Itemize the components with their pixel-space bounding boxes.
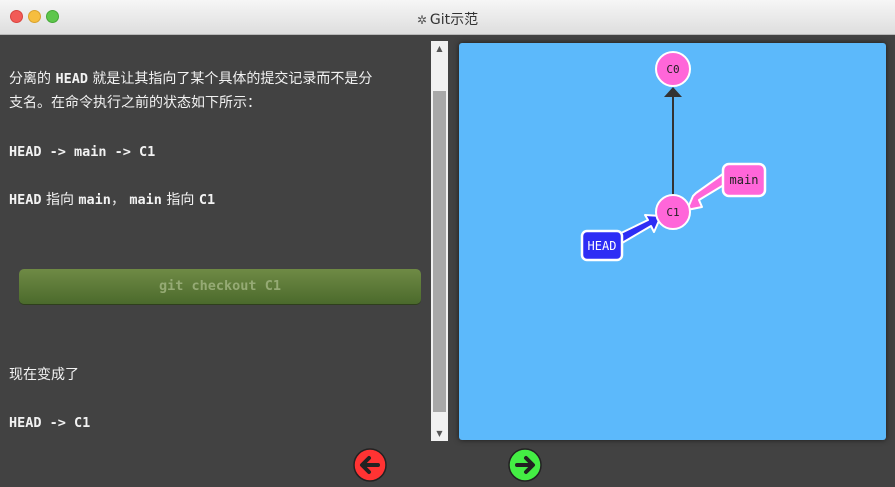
code-c1: C1 xyxy=(198,192,216,208)
commit-edge-arrow xyxy=(664,87,682,97)
lesson-scrollbar[interactable]: ▲ ▼ xyxy=(431,41,448,441)
commit-node-c1[interactable]: C1 xyxy=(655,194,691,230)
back-button[interactable] xyxy=(353,448,387,482)
code-main: main xyxy=(129,192,162,208)
run-command-button[interactable]: git checkout C1 xyxy=(19,269,421,304)
window-titlebar: ✲ Git示范 xyxy=(0,0,895,35)
text-span: 分离的 xyxy=(9,71,56,87)
code-head: HEAD xyxy=(9,192,42,208)
text-span: 指向 xyxy=(41,192,79,208)
code-head: HEAD xyxy=(55,71,88,87)
text-span: 就是让其指向了某个具体的提交记录而不是分 xyxy=(87,71,373,87)
lesson-panel: 分离的 HEAD 就是让其指向了某个具体的提交记录而不是分 支名。在命令执行之前… xyxy=(0,35,430,441)
state-before: HEAD -> main -> C1 xyxy=(9,144,156,160)
arrow-left-icon xyxy=(353,448,387,482)
scrollbar-thumb[interactable] xyxy=(433,91,446,412)
commit-node-c0[interactable]: C0 xyxy=(655,51,691,87)
code-main: main xyxy=(78,192,111,208)
text-span: ， xyxy=(110,192,130,208)
git-graph-svg: C0 C1 main HEAD xyxy=(580,51,767,262)
forward-button[interactable] xyxy=(508,448,542,482)
commit-label: C1 xyxy=(666,206,679,219)
head-text: HEAD xyxy=(588,239,617,253)
git-graph-canvas: C0 C1 main HEAD xyxy=(459,43,886,440)
scroll-down-icon[interactable]: ▼ xyxy=(431,426,448,441)
lesson-paragraph-1: 分离的 HEAD 就是让其指向了某个具体的提交记录而不是分 支名。在命令执行之前… xyxy=(9,67,422,115)
text-span: 指向 xyxy=(161,192,199,208)
gear-icon: ✲ xyxy=(416,13,427,27)
text-span: 支名。在命令执行之前的状态如下所示： xyxy=(9,95,261,111)
branch-main-label[interactable]: main xyxy=(721,162,767,198)
window-title-text: Git示范 xyxy=(429,12,479,28)
lesson-now-text: 现在变成了 xyxy=(9,367,79,383)
lesson-description: HEAD 指向 main， main 指向 C1 xyxy=(9,188,422,212)
arrow-right-icon xyxy=(508,448,542,482)
head-label[interactable]: HEAD xyxy=(580,229,624,262)
commit-label: C0 xyxy=(666,63,679,76)
head-arrow xyxy=(616,214,662,244)
branch-name: main xyxy=(730,173,759,187)
scroll-up-icon[interactable]: ▲ xyxy=(431,41,448,56)
window-title: ✲ Git示范 xyxy=(0,9,895,29)
state-after: HEAD -> C1 xyxy=(9,415,91,431)
